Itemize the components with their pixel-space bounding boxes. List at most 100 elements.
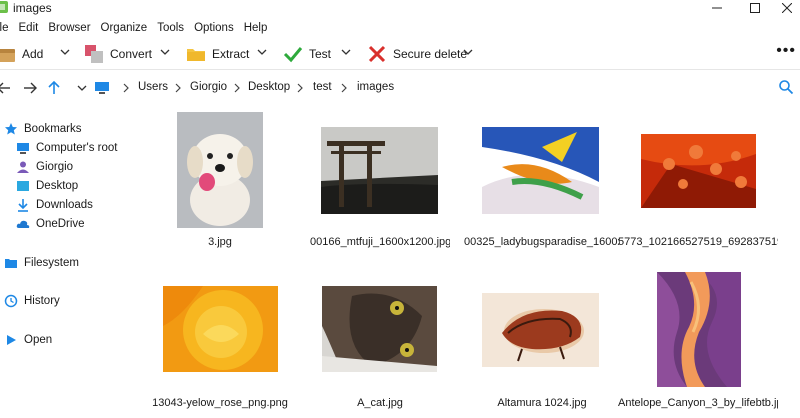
computer-icon <box>17 143 29 154</box>
sidebar-item-label: Giorgio <box>36 161 74 173</box>
archive-add-icon <box>0 49 15 62</box>
file-name[interactable]: 5773_102166527519_692837519_204... <box>618 236 778 248</box>
delete-x-icon <box>368 45 386 63</box>
sidebar-item-desktop[interactable]: Desktop <box>16 177 78 195</box>
sidebar-history-label: History <box>24 295 60 307</box>
convert-dropdown-icon[interactable] <box>159 46 171 58</box>
file-name[interactable]: 13043-yelow_rose_png.png <box>150 397 290 409</box>
test-button[interactable]: Test <box>283 42 331 66</box>
add-dropdown-icon[interactable] <box>59 46 71 58</box>
sidebar-item-label: Computer's root <box>36 142 118 154</box>
secure-delete-dropdown-icon[interactable] <box>462 46 474 58</box>
desktop-icon <box>17 181 29 191</box>
toolbar: Add Convert Extract Test Secure delete •… <box>0 38 800 70</box>
file-grid: 3.jpg 00166_mtfuji_1600x1200.jpg 00325_l… <box>140 106 800 418</box>
cloud-icon <box>16 220 30 228</box>
breadcrumb-test[interactable]: test <box>313 81 332 93</box>
sidebar-item-label: Downloads <box>36 199 93 211</box>
sidebar-item-onedrive[interactable]: OneDrive <box>16 215 85 233</box>
check-icon <box>283 47 303 63</box>
file-name[interactable]: 00325_ladybugsparadise_1600x120... <box>464 236 620 248</box>
menu-organize[interactable]: Organize <box>101 22 148 34</box>
menu-edit[interactable]: Edit <box>19 22 39 34</box>
sidebar-open[interactable]: Open <box>4 331 52 349</box>
maximize-icon <box>750 3 760 13</box>
minimize-icon <box>712 7 722 9</box>
sidebar-item-label: Desktop <box>36 180 79 192</box>
menu-options[interactable]: Options <box>194 22 234 34</box>
search-icon[interactable] <box>778 79 794 95</box>
breadcrumb-separator-icon <box>123 83 129 93</box>
secure-delete-button[interactable]: Secure delete <box>367 42 467 66</box>
sidebar-bookmarks-label: Bookmarks <box>24 123 82 135</box>
menu-tools[interactable]: Tools <box>157 22 184 34</box>
minimize-button[interactable] <box>702 0 732 16</box>
forward-arrow-icon[interactable] <box>22 80 38 96</box>
extract-button[interactable]: Extract <box>186 42 249 66</box>
add-label: Add <box>22 47 44 61</box>
star-icon <box>5 123 17 135</box>
play-icon <box>7 335 16 345</box>
extract-dropdown-icon[interactable] <box>256 46 268 58</box>
thumbnail-yellow-rose[interactable] <box>163 286 278 372</box>
extract-label: Extract <box>212 47 250 61</box>
file-name[interactable]: Antelope_Canyon_3_by_lifebtb.jpg <box>618 397 778 409</box>
window-title: images <box>13 1 52 15</box>
sidebar-filesystem[interactable]: Filesystem <box>4 254 79 272</box>
clock-icon <box>4 294 18 308</box>
computer-icon[interactable] <box>94 80 110 96</box>
test-label: Test <box>309 47 332 61</box>
sidebar-open-label: Open <box>24 334 53 346</box>
history-dropdown-icon[interactable] <box>76 80 88 96</box>
convert-label: Convert <box>110 47 153 61</box>
close-icon <box>782 3 792 13</box>
add-button[interactable]: Add <box>0 42 43 66</box>
breadcrumb-separator-icon <box>297 83 303 93</box>
breadcrumb-giorgio[interactable]: Giorgio <box>190 81 227 93</box>
file-name[interactable]: Altamura 1024.jpg <box>464 397 620 409</box>
breadcrumb-users[interactable]: Users <box>138 81 168 93</box>
thumbnail-antelope-canyon[interactable] <box>657 272 741 387</box>
breadcrumb-separator-icon <box>341 83 347 93</box>
thumbnail-mtfuji[interactable] <box>321 127 438 214</box>
more-options-button[interactable]: ••• <box>776 43 796 59</box>
thumbnail-cat[interactable] <box>322 286 437 372</box>
breadcrumb-separator-icon <box>234 83 240 93</box>
address-bar: Users Giorgio Desktop test images <box>0 76 800 100</box>
folder-icon <box>5 259 17 268</box>
menu-help[interactable]: Help <box>244 22 268 34</box>
secure-delete-label: Secure delete <box>393 47 468 61</box>
file-name[interactable]: A_cat.jpg <box>310 397 450 409</box>
sidebar-item-label: OneDrive <box>36 218 85 230</box>
title-bar: images <box>0 0 800 16</box>
file-name[interactable]: 3.jpg <box>150 236 290 248</box>
maximize-button[interactable] <box>740 0 770 16</box>
file-name[interactable]: 00166_mtfuji_1600x1200.jpg <box>310 236 450 248</box>
folder-extract-icon <box>187 49 205 61</box>
sidebar: Bookmarks Computer's root Giorgio Deskto… <box>0 110 130 418</box>
thumbnail-puppy[interactable] <box>177 112 263 228</box>
convert-button[interactable]: Convert <box>84 42 152 66</box>
sidebar-item-giorgio[interactable]: Giorgio <box>16 158 73 176</box>
convert-icon <box>85 45 103 63</box>
up-arrow-icon[interactable] <box>46 80 62 96</box>
menu-bar: ile Edit Browser Organize Tools Options … <box>0 18 277 38</box>
thumbnail-ladybugsparadise[interactable] <box>482 127 599 214</box>
thumbnail-altamura[interactable] <box>482 293 599 367</box>
back-arrow-icon[interactable] <box>0 80 12 96</box>
menu-browser[interactable]: Browser <box>48 22 90 34</box>
breadcrumb-desktop[interactable]: Desktop <box>248 81 290 93</box>
sidebar-item-downloads[interactable]: Downloads <box>16 196 93 214</box>
close-button[interactable] <box>772 0 800 16</box>
user-icon <box>17 161 29 173</box>
sidebar-history[interactable]: History <box>4 292 60 310</box>
breadcrumb-separator-icon <box>175 83 181 93</box>
menu-file[interactable]: ile <box>0 22 9 34</box>
download-icon <box>18 199 28 212</box>
sidebar-item-computers-root[interactable]: Computer's root <box>16 139 117 157</box>
breadcrumb-images[interactable]: images <box>357 81 394 93</box>
test-dropdown-icon[interactable] <box>340 46 352 58</box>
thumbnail-red-leaf[interactable] <box>641 134 756 208</box>
sidebar-bookmarks[interactable]: Bookmarks <box>4 120 82 138</box>
sidebar-filesystem-label: Filesystem <box>24 257 79 269</box>
